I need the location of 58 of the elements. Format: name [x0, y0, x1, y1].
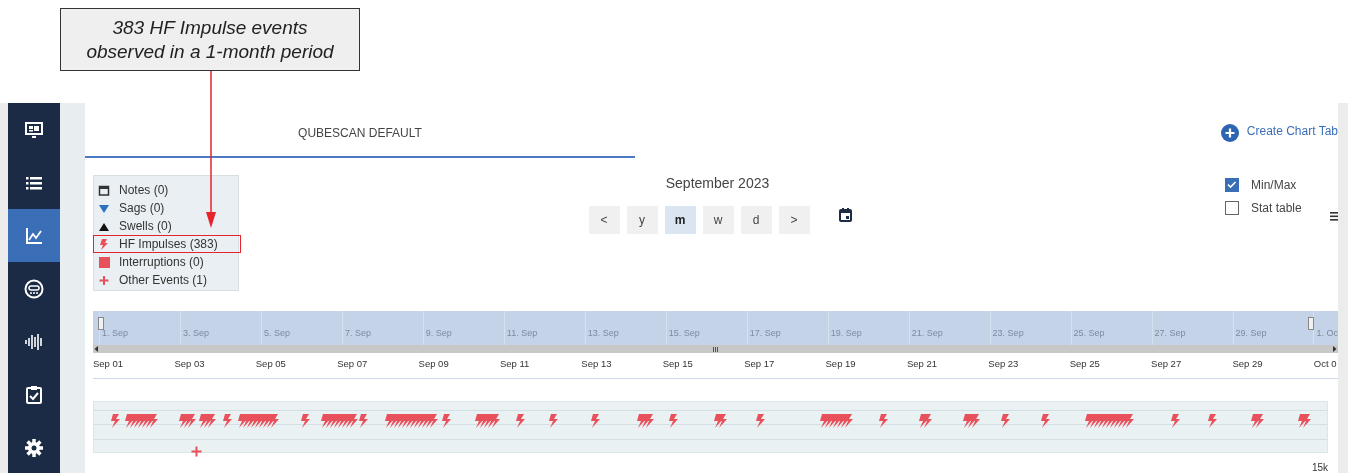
meter-icon	[24, 278, 44, 299]
checkbox-label: Stat table	[1251, 201, 1302, 215]
axis-label: Oct 0	[1313, 358, 1338, 371]
settings-icon	[24, 437, 44, 458]
scrollbar[interactable]	[93, 345, 1338, 353]
range-handle[interactable]	[98, 317, 104, 330]
period-button[interactable]: >	[778, 206, 810, 234]
left-arrow-icon	[93, 345, 101, 353]
plus-icon	[191, 446, 202, 457]
calendar-icon	[98, 184, 110, 196]
square-icon	[98, 256, 110, 268]
period-title: September 2023	[665, 175, 770, 191]
axis-label: Sep 19	[825, 358, 857, 371]
menu-icon	[1330, 211, 1338, 222]
add-icon	[1220, 124, 1239, 142]
chart-tab[interactable]: QUBESCAN DEFAULT	[85, 103, 635, 158]
waveform-icon	[24, 331, 44, 352]
period-button[interactable]: <	[588, 206, 620, 234]
period-button[interactable]: y	[626, 206, 658, 234]
period-button[interactable]: m	[664, 206, 696, 234]
period-button[interactable]: w	[702, 206, 734, 234]
legend-item[interactable]: Swells (0)	[93, 217, 241, 235]
axis-label: Sep 25	[1069, 358, 1101, 371]
axis-label: Sep 07	[337, 358, 369, 371]
line-chart-icon	[24, 225, 44, 246]
lightning-icon	[98, 238, 110, 250]
axis-value: 15k	[1311, 462, 1328, 473]
axis-label: Sep 29	[1232, 358, 1264, 371]
annotation-callout: 383 HF Impulse events observed in a 1-month period	[60, 8, 360, 71]
plus-icon	[98, 274, 110, 286]
legend-item[interactable]: Interruptions (0)	[93, 253, 241, 271]
axis-label: Sep 27	[1151, 358, 1183, 371]
axis-label: Sep 17	[744, 358, 776, 371]
axis-label: Sep 21	[906, 358, 939, 371]
legend-item[interactable]: Sags (0)	[93, 199, 241, 217]
axis-label: Sep 05	[255, 358, 287, 371]
dashboard-icon	[24, 119, 44, 140]
create-chart-tab-link[interactable]: Create Chart Tab	[1220, 103, 1338, 158]
axis-label: Sep 11	[499, 358, 531, 371]
calendar-icon[interactable]	[838, 208, 852, 222]
legend-item[interactable]: HF Impulses (383)	[93, 235, 241, 253]
checkbox[interactable]	[1225, 201, 1239, 215]
down-triangle-icon	[98, 202, 110, 214]
legend-item[interactable]: Notes (0)	[93, 181, 241, 199]
checkbox[interactable]	[1225, 178, 1239, 192]
grip-icon	[713, 345, 718, 353]
axis-label: Sep 01	[93, 358, 125, 371]
axis-label: Sep 13	[581, 358, 613, 371]
right-arrow-icon	[1330, 345, 1338, 353]
axis-label: Sep 23	[988, 358, 1020, 371]
legend-item[interactable]: Other Events (1)	[93, 271, 241, 289]
axis-label: Sep 03	[174, 358, 206, 371]
axis-label: Sep 09	[418, 358, 450, 371]
clipboard-check-icon	[24, 384, 44, 405]
axis-label: Sep 15	[662, 358, 694, 371]
checkbox-label: Min/Max	[1251, 178, 1297, 192]
range-handle[interactable]	[1308, 317, 1314, 330]
period-button[interactable]: d	[740, 206, 772, 234]
